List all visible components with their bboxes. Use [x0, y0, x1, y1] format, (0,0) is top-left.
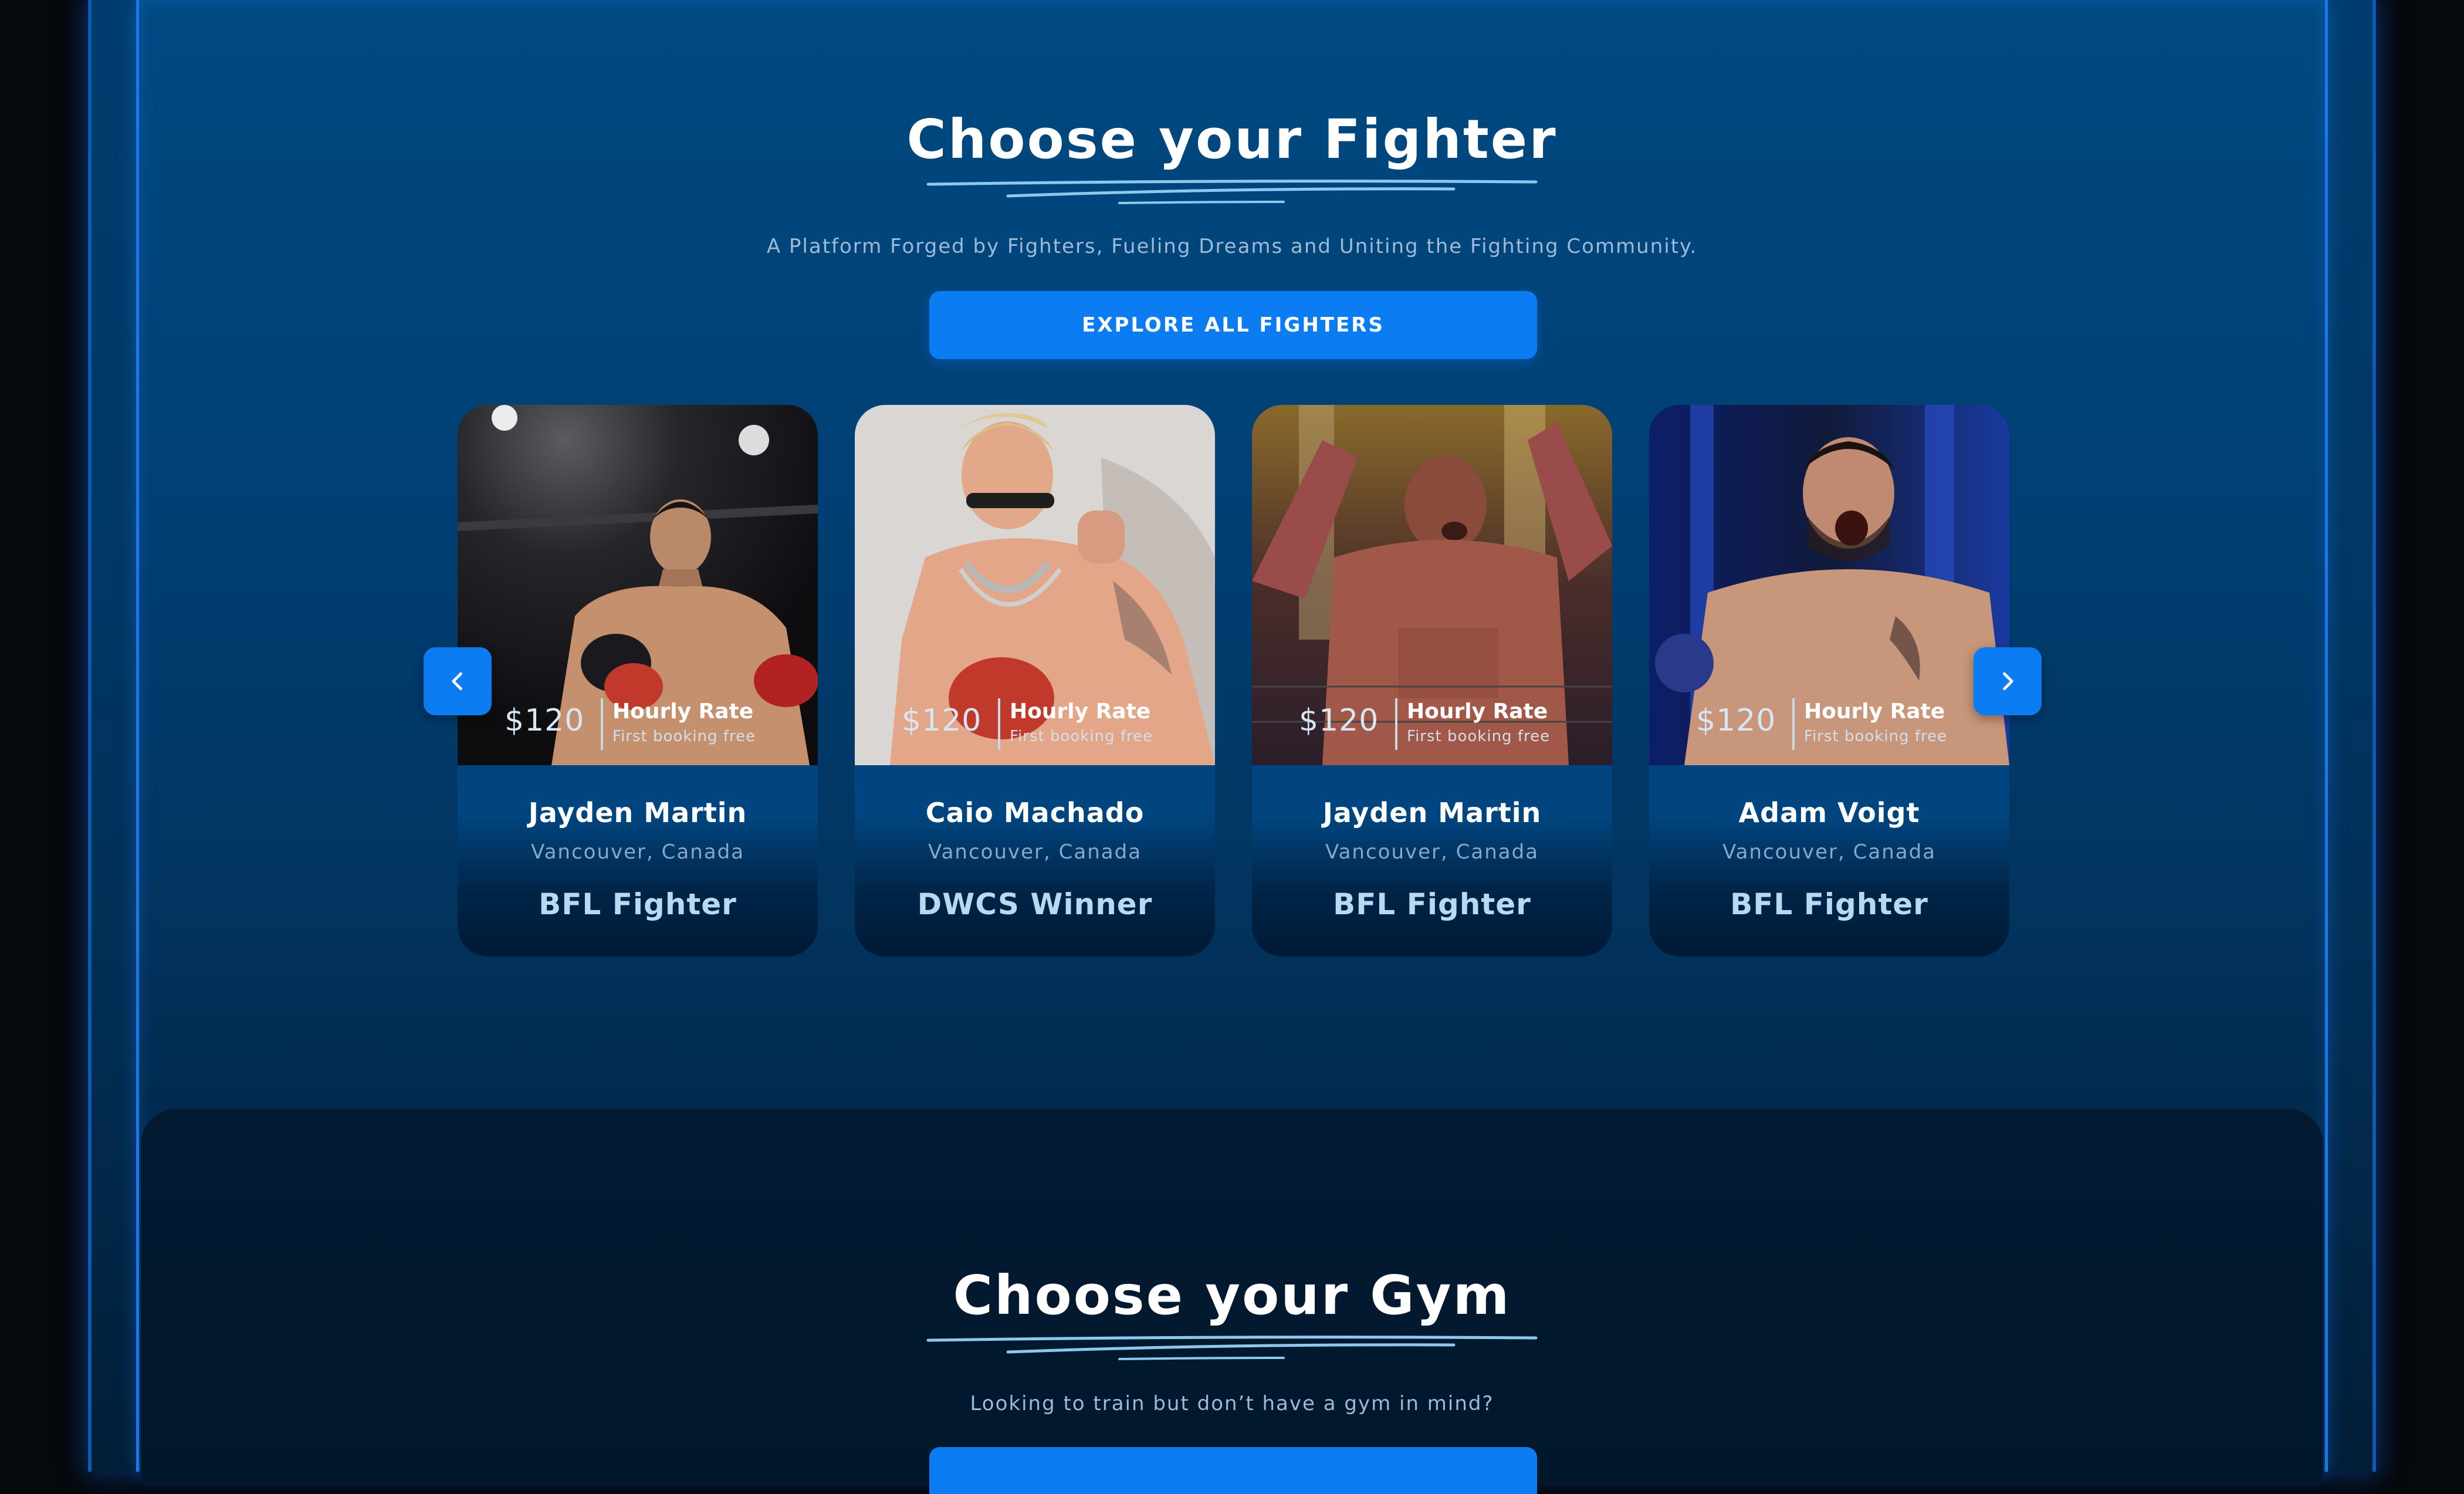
hourly-rate-label: Hourly Rate	[1407, 699, 1548, 724]
fighter-tag: BFL Fighter	[1333, 887, 1531, 921]
fighter-name: Caio Machado	[925, 797, 1145, 829]
chevron-right-icon	[2003, 672, 2013, 691]
carousel-prev-button[interactable]	[424, 647, 492, 715]
hourly-rate-label: Hourly Rate	[1010, 699, 1151, 724]
fighters-subtitle: A Platform Forged by Fighters, Fueling D…	[766, 235, 1698, 258]
fighter-tag: DWCS Winner	[917, 887, 1153, 921]
fighter-price: $120	[1696, 703, 1776, 738]
photo-overlay	[458, 816, 818, 956]
fighter-price: $120	[1299, 703, 1379, 738]
fighter-card[interactable]: $120 Hourly Rate First booking free Jayd…	[1252, 405, 1612, 956]
gym-subtitle: Looking to train but don’t have a gym in…	[970, 1392, 1494, 1415]
first-booking-label: First booking free	[1010, 728, 1153, 745]
fighters-title: Choose your Fighter	[906, 108, 1558, 171]
fighter-price: $120	[902, 703, 982, 738]
title-underline-decoration	[926, 180, 1538, 204]
chevron-left-icon	[452, 672, 462, 691]
fighter-tag: BFL Fighter	[539, 887, 737, 921]
fighter-card[interactable]: $120 Hourly Rate First booking free Jayd…	[458, 405, 818, 956]
fighter-name: Adam Voigt	[1738, 797, 1920, 829]
fighter-card[interactable]: $120 Hourly Rate First booking free Adam…	[1649, 405, 2009, 956]
explore-all-fighters-button[interactable]: EXPLORE ALL FIGHTERS	[929, 291, 1537, 359]
photo-overlay	[1649, 816, 2009, 956]
rate-divider	[998, 698, 1000, 750]
gym-title-underline-decoration	[926, 1336, 1538, 1360]
gym-title: Choose your Gym	[953, 1264, 1511, 1327]
fighter-location: Vancouver, Canada	[1325, 840, 1539, 864]
rate-divider	[1792, 698, 1795, 750]
photo-overlay	[1252, 816, 1612, 956]
fighter-location: Vancouver, Canada	[1722, 840, 1937, 864]
fighter-carousel: $120 Hourly Rate First booking free Jayd…	[458, 405, 2010, 956]
rate-divider	[601, 698, 603, 750]
first-booking-label: First booking free	[1407, 728, 1551, 745]
fighter-tag: BFL Fighter	[1730, 887, 1928, 921]
hourly-rate-label: Hourly Rate	[612, 699, 754, 724]
first-booking-label: First booking free	[1804, 728, 1948, 745]
photo-overlay	[855, 816, 1215, 956]
fighter-location: Vancouver, Canada	[530, 840, 745, 864]
fighter-name: Jayden Martin	[528, 797, 747, 829]
gym-cta-button[interactable]	[929, 1447, 1537, 1494]
fighter-price: $120	[505, 703, 585, 738]
rate-divider	[1395, 698, 1397, 750]
first-booking-label: First booking free	[612, 728, 756, 745]
page: Choose your Fighter A Platform Forged by…	[0, 0, 2464, 1494]
fighter-card[interactable]: $120 Hourly Rate First booking free Caio…	[855, 405, 1215, 956]
hourly-rate-label: Hourly Rate	[1804, 699, 1945, 724]
fighter-name: Jayden Martin	[1322, 797, 1542, 829]
fighter-location: Vancouver, Canada	[928, 840, 1142, 864]
carousel-next-button[interactable]	[1974, 647, 2042, 715]
